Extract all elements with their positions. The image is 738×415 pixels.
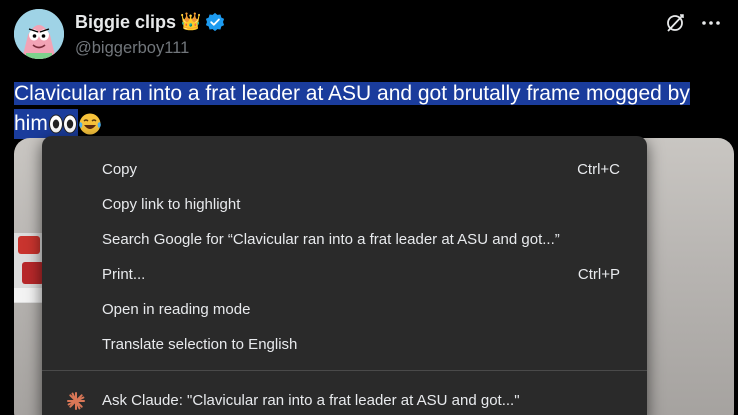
menu-item-label: Copy link to highlight [102, 195, 241, 213]
menu-item-label: Open in reading mode [102, 300, 251, 318]
menu-item-label: Search Google for “Clavicular ran into a… [102, 230, 560, 248]
menu-item-label: Ask Claude: "Clavicular ran into a frat … [102, 391, 520, 409]
menu-item-copy-link-to-highlight[interactable]: Copy link to highlight [42, 187, 647, 222]
eyes-icon [48, 114, 77, 134]
menu-item-ask-claude[interactable]: Ask Claude: "Clavicular ran into a frat … [42, 383, 647, 415]
crown-icon: 👑 [180, 12, 202, 31]
display-name[interactable]: Biggie clips [75, 10, 176, 34]
menu-item-label: Translate selection to English [102, 335, 298, 353]
media-red-shape [22, 262, 44, 284]
media-red-shape [18, 236, 40, 254]
menu-item-label: Print... [102, 265, 146, 283]
menu-item-shortcut: Ctrl+P [577, 265, 620, 283]
verified-badge-icon[interactable] [205, 12, 225, 32]
patrick-avatar-image [14, 9, 64, 59]
context-menu: Copy Ctrl+C Copy link to highlight Searc… [42, 136, 647, 415]
claude-sparkle-icon [67, 391, 85, 410]
media-white-shape [14, 288, 42, 302]
display-name-row: Biggie clips 👑 [75, 10, 225, 34]
page: Biggie clips 👑 @biggerboy111 Clavicular … [0, 0, 738, 415]
tears-of-joy-icon [79, 113, 101, 135]
tweet-text-line-2: him [14, 109, 48, 139]
handle[interactable]: @biggerboy111 [75, 37, 189, 59]
more-icon[interactable] [700, 12, 722, 34]
menu-item-label: Copy [102, 160, 138, 178]
menu-divider [42, 370, 647, 371]
eyes-emoji [47, 109, 78, 139]
tweet-text-line-1: Clavicular ran into a frat leader at ASU… [14, 82, 690, 105]
menu-item-shortcut: Ctrl+C [577, 160, 620, 178]
menu-item-translate-selection[interactable]: Translate selection to English [42, 327, 647, 362]
menu-item-print[interactable]: Print... Ctrl+P [42, 257, 647, 292]
menu-item-open-in-reading-mode[interactable]: Open in reading mode [42, 292, 647, 327]
avatar[interactable] [14, 9, 64, 59]
menu-item-copy[interactable]: Copy Ctrl+C [42, 152, 647, 187]
tweet-text[interactable]: Clavicular ran into a frat leader at ASU… [14, 79, 729, 139]
menu-item-search-google[interactable]: Search Google for “Clavicular ran into a… [42, 222, 647, 257]
grok-icon[interactable] [664, 12, 686, 34]
